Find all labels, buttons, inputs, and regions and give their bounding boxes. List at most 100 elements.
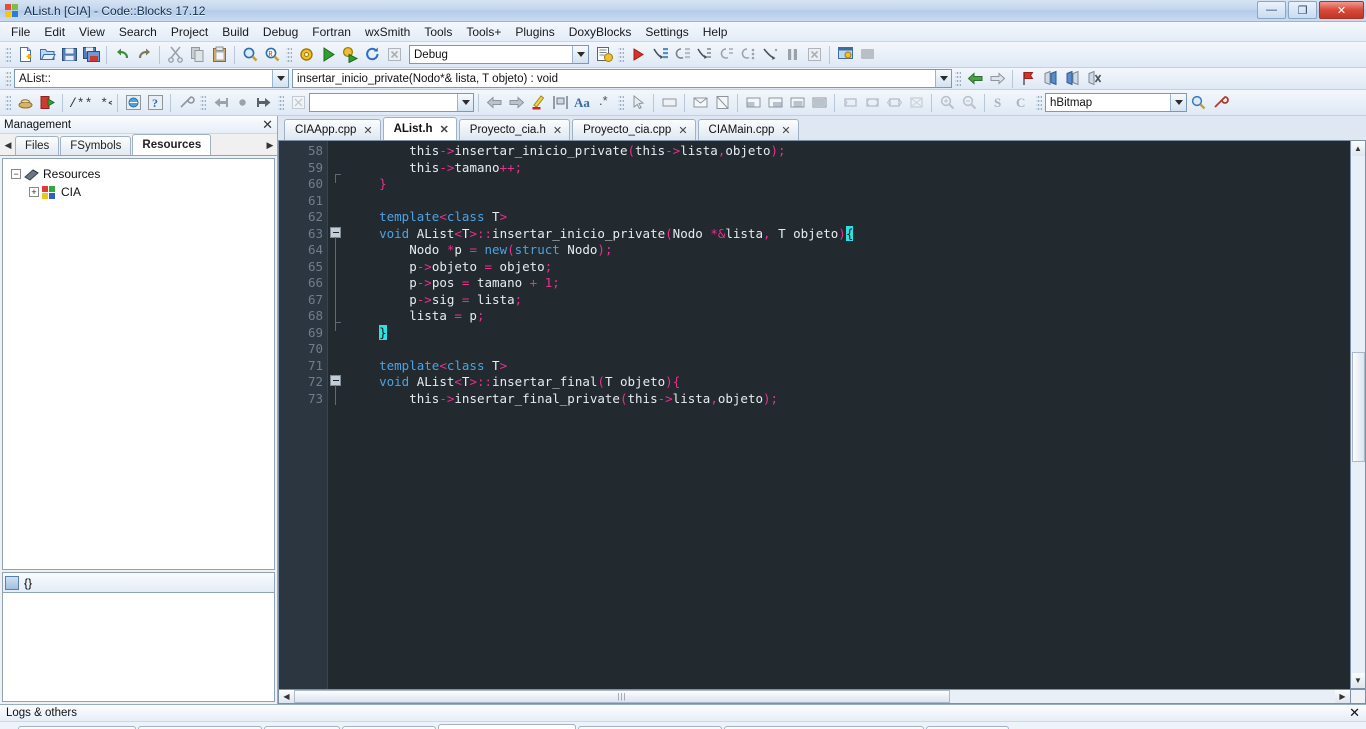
- close-icon[interactable]: ✕: [781, 124, 790, 137]
- chevron-down-icon[interactable]: [272, 70, 288, 87]
- chevron-down-icon[interactable]: [935, 70, 951, 87]
- debugging-windows-icon[interactable]: [834, 44, 856, 66]
- new-file-icon[interactable]: [14, 44, 36, 66]
- resource-combo[interactable]: hBitmap: [1045, 93, 1187, 112]
- close-icon[interactable]: ✕: [553, 124, 562, 137]
- code-line[interactable]: [343, 193, 1350, 210]
- code-line[interactable]: p->objeto = objeto;: [343, 259, 1350, 276]
- cut-icon[interactable]: [164, 44, 186, 66]
- code-line[interactable]: }: [343, 324, 1350, 342]
- menu-wxsmith[interactable]: wxSmith: [358, 23, 417, 41]
- wildcard-icon[interactable]: .*: [593, 92, 615, 114]
- paste-icon[interactable]: [208, 44, 230, 66]
- symbols-body[interactable]: [2, 592, 275, 702]
- vscroll-thumb[interactable]: [1351, 352, 1365, 463]
- copy-icon[interactable]: [186, 44, 208, 66]
- function-combo[interactable]: insertar_inicio_private(Nodo*& lista, T …: [292, 69, 952, 88]
- code-line[interactable]: this->insertar_inicio_private(this->list…: [343, 143, 1350, 160]
- build-options-icon[interactable]: [593, 44, 615, 66]
- doxyblocks-help-icon[interactable]: ?: [144, 92, 166, 114]
- scroll-down-icon[interactable]: ▼: [1351, 673, 1365, 688]
- chevron-down-icon[interactable]: [1170, 94, 1186, 111]
- chevron-down-icon[interactable]: [457, 94, 473, 111]
- clear-selection-icon[interactable]: C: [1011, 92, 1033, 114]
- build-and-run-icon[interactable]: [339, 44, 361, 66]
- doxyblocks-config-icon[interactable]: [175, 92, 197, 114]
- toolbar-grip[interactable]: [618, 93, 624, 112]
- resource-browse-icon[interactable]: [1187, 92, 1209, 114]
- close-icon[interactable]: ✕: [1349, 705, 1360, 721]
- clear-bookmarks-icon[interactable]: [1083, 68, 1105, 90]
- hscroll-thumb[interactable]: |||: [294, 690, 950, 703]
- chevron-down-icon[interactable]: [572, 46, 588, 63]
- zoom-out-icon[interactable]: [958, 92, 980, 114]
- insert-boxsizer-icon[interactable]: [689, 92, 711, 114]
- toolbar-grip[interactable]: [1036, 93, 1042, 112]
- toolbar-grip[interactable]: [286, 45, 292, 64]
- menu-edit[interactable]: Edit: [37, 23, 72, 41]
- tab-resources[interactable]: Resources: [132, 134, 212, 155]
- code-line[interactable]: p->pos = tamano + 1;: [343, 275, 1350, 292]
- menu-settings[interactable]: Settings: [638, 23, 695, 41]
- browse-forward-icon[interactable]: [986, 68, 1008, 90]
- doxyblocks-run-icon[interactable]: [14, 92, 36, 114]
- toolbar-grip[interactable]: [5, 69, 11, 88]
- highlight-icon[interactable]: [527, 92, 549, 114]
- doxyblocks-comment-icon[interactable]: /** *<: [67, 92, 113, 114]
- scroll-left-icon[interactable]: ◀: [279, 690, 294, 703]
- expand-h-icon[interactable]: [839, 92, 861, 114]
- tabs-scroll-right-icon[interactable]: ▶: [263, 136, 277, 155]
- doxyblocks-doc-icon[interactable]: [122, 92, 144, 114]
- wxsmith-clear-icon[interactable]: [287, 92, 309, 114]
- various-info-icon[interactable]: [856, 44, 878, 66]
- toolbar-grip[interactable]: [618, 45, 624, 64]
- code-editor[interactable]: 58 59 60 61 62 63 64 65 66 67 68 69 70 71 72 73 this->i…: [278, 140, 1351, 689]
- toolbar-grip[interactable]: [955, 69, 961, 88]
- code-line[interactable]: void AList<T>::insertar_final(T objeto){: [343, 374, 1350, 391]
- editor-tab-ciamain-cpp[interactable]: CIAMain.cpp ✕: [697, 119, 799, 140]
- debugger-next-icon[interactable]: [253, 92, 275, 114]
- debug-step-instruction-icon[interactable]: [737, 44, 759, 66]
- vscroll-track[interactable]: [1351, 156, 1365, 673]
- debug-run-to-cursor-icon[interactable]: [759, 44, 781, 66]
- select-all-icon[interactable]: S: [989, 92, 1011, 114]
- toolbar-grip[interactable]: [5, 93, 11, 112]
- code-folding-margin[interactable]: [327, 141, 343, 689]
- align-left-icon[interactable]: [742, 92, 764, 114]
- code-line[interactable]: template<class T>: [343, 209, 1350, 226]
- menu-fortran[interactable]: Fortran: [305, 23, 358, 41]
- toolbar-grip[interactable]: [5, 45, 11, 64]
- tab-files[interactable]: Files: [15, 136, 60, 155]
- expand-v-icon[interactable]: [861, 92, 883, 114]
- tabs-scroll-left-icon[interactable]: ◀: [1, 136, 15, 155]
- expand-both-icon[interactable]: [883, 92, 905, 114]
- code-line[interactable]: template<class T>: [343, 358, 1350, 375]
- toggle-bookmark-icon[interactable]: [1017, 68, 1039, 90]
- debug-step-into-icon[interactable]: [671, 44, 693, 66]
- expander-icon[interactable]: +: [29, 187, 39, 197]
- debugger-prev-icon[interactable]: [209, 92, 231, 114]
- build-icon[interactable]: [295, 44, 317, 66]
- debugger-pause-icon[interactable]: [231, 92, 253, 114]
- align-fill-icon[interactable]: [808, 92, 830, 114]
- zoom-in-icon[interactable]: [936, 92, 958, 114]
- code-line[interactable]: }: [343, 176, 1350, 193]
- code-line[interactable]: this->tamano++;: [343, 160, 1350, 177]
- next-bookmark-icon[interactable]: [1061, 68, 1083, 90]
- close-button[interactable]: ✕: [1319, 1, 1364, 19]
- menu-tools-plus[interactable]: Tools+: [459, 23, 508, 41]
- scroll-up-icon[interactable]: ▲: [1351, 141, 1365, 156]
- fold-marker[interactable]: [328, 224, 343, 240]
- debug-next-line-icon[interactable]: [649, 44, 671, 66]
- editor-tab-ciaapp-cpp[interactable]: CIAApp.cpp ✕: [284, 119, 381, 140]
- menu-tools[interactable]: Tools: [417, 23, 459, 41]
- redo-icon[interactable]: [133, 44, 155, 66]
- hscroll-track[interactable]: |||: [294, 690, 1335, 703]
- align-center-icon[interactable]: [786, 92, 808, 114]
- abort-build-icon[interactable]: [383, 44, 405, 66]
- save-all-icon[interactable]: [80, 44, 102, 66]
- close-icon[interactable]: ✕: [363, 124, 372, 137]
- tree-item-resources[interactable]: − Resources: [7, 165, 270, 183]
- debug-break-icon[interactable]: [781, 44, 803, 66]
- debug-step-out-icon[interactable]: [693, 44, 715, 66]
